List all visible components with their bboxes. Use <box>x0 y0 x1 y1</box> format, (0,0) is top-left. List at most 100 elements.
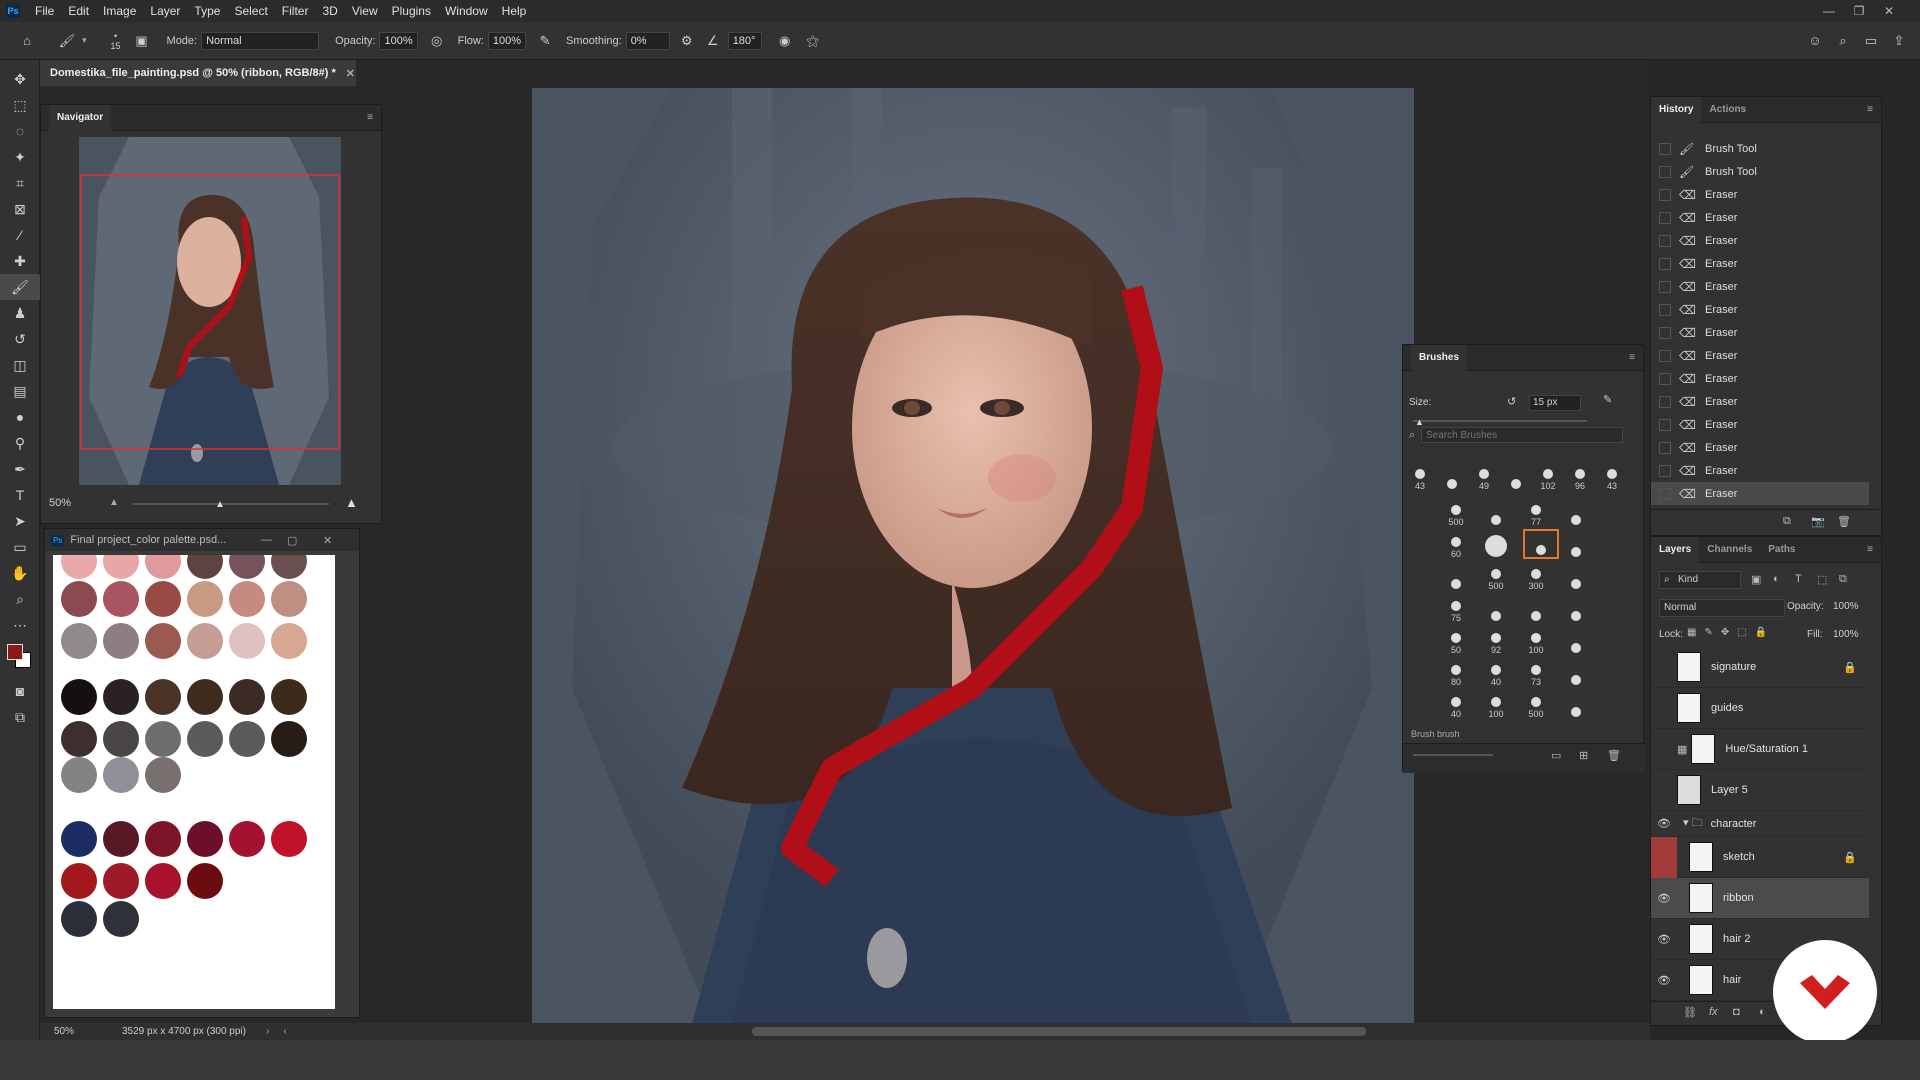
layer-name[interactable]: hair <box>1723 974 1741 986</box>
new-brush-icon[interactable]: ✎ <box>1603 393 1612 406</box>
history-checkbox[interactable] <box>1659 165 1671 178</box>
menu-image[interactable]: Image <box>96 0 143 22</box>
layer-thumbnail[interactable] <box>1677 775 1701 805</box>
delete-state-icon[interactable]: 🗑 <box>1837 515 1851 528</box>
layer-thumbnail[interactable] <box>1689 965 1713 995</box>
close-window-icon[interactable]: ✕ <box>323 534 332 547</box>
layer-name[interactable]: Layer 5 <box>1711 784 1748 796</box>
brush-preset[interactable] <box>1483 497 1509 527</box>
color-swatch[interactable] <box>103 757 139 793</box>
visibility-eye-icon[interactable] <box>1651 836 1677 878</box>
layer-thumbnail[interactable] <box>1689 924 1713 954</box>
layer-name[interactable]: guides <box>1711 702 1743 714</box>
more-tools-icon[interactable]: ⋯ <box>0 612 40 638</box>
menu-window[interactable]: Window <box>438 0 495 22</box>
history-checkbox[interactable] <box>1659 280 1671 293</box>
layer-name[interactable]: ribbon <box>1723 892 1754 904</box>
brush-search-input[interactable] <box>1421 427 1623 443</box>
visibility-eye-icon[interactable]: 👁 <box>1651 892 1677 905</box>
color-swatch[interactable] <box>271 679 307 715</box>
eyedropper-tool-icon[interactable]: ⁄ <box>0 222 40 248</box>
link-layers-icon[interactable]: ⛓ <box>1683 1006 1697 1019</box>
filter-pixel-icon[interactable]: ▣ <box>1751 573 1761 586</box>
pen-tool-icon[interactable]: ✒ <box>0 456 40 482</box>
color-swatch[interactable] <box>229 555 265 579</box>
brush-preset[interactable]: 60 <box>1443 529 1469 559</box>
brush-preset[interactable]: 73 <box>1523 657 1549 687</box>
mode-select[interactable]: Normal <box>201 31 320 50</box>
brush-preset[interactable] <box>1483 593 1509 623</box>
brush-preset[interactable] <box>1523 529 1559 559</box>
history-state[interactable]: ⌫ Eraser <box>1651 482 1869 505</box>
brush-preset[interactable]: 43 <box>1407 461 1433 491</box>
brush-settings-icon[interactable]: ▣ <box>131 30 153 52</box>
tab-channels[interactable]: Channels <box>1699 537 1760 563</box>
brushes-tab[interactable]: Brushes <box>1411 344 1468 371</box>
snapshot-icon[interactable]: 📷 <box>1811 515 1825 528</box>
new-brush-preset-icon[interactable]: ⊞ <box>1579 749 1588 762</box>
history-checkbox[interactable] <box>1659 464 1671 477</box>
gear-icon[interactable]: ⚙ <box>676 30 698 52</box>
color-swatch[interactable] <box>271 581 307 617</box>
color-swatch[interactable] <box>187 581 223 617</box>
history-checkbox[interactable] <box>1659 372 1671 385</box>
layer-name[interactable]: sketch <box>1723 851 1755 863</box>
layer-opacity-value[interactable]: 100% <box>1833 601 1859 612</box>
zoom-in-icon[interactable]: ▲ <box>345 495 358 510</box>
menu-type[interactable]: Type <box>187 0 227 22</box>
brush-size-slider-handle[interactable]: ▲ <box>1415 417 1424 427</box>
brush-size-slider[interactable] <box>1413 420 1587 422</box>
history-state[interactable]: ⌫ Eraser <box>1651 252 1869 275</box>
layer-row[interactable]: guides <box>1651 688 1869 729</box>
adjustment-layer-icon[interactable]: ◐ <box>1759 1006 1766 1018</box>
color-swatch[interactable] <box>103 721 139 757</box>
color-swatch[interactable] <box>187 721 223 757</box>
lasso-tool-icon[interactable]: ◌ <box>0 118 40 144</box>
color-swatch[interactable] <box>271 721 307 757</box>
horizontal-scrollbar[interactable] <box>752 1027 1366 1036</box>
blur-tool-icon[interactable]: ● <box>0 404 40 430</box>
history-state[interactable]: ⌫ Eraser <box>1651 390 1869 413</box>
brush-preset[interactable]: 43 <box>1599 461 1625 491</box>
healing-tool-icon[interactable]: ✚ <box>0 248 40 274</box>
history-checkbox[interactable] <box>1659 188 1671 201</box>
history-checkbox[interactable] <box>1659 234 1671 247</box>
filter-shape-icon[interactable]: ⬚ <box>1817 573 1827 586</box>
airbrush-icon[interactable]: ✎ <box>534 30 556 52</box>
filter-type-icon[interactable]: T <box>1795 573 1802 585</box>
color-swatch[interactable] <box>61 757 97 793</box>
navigator-tab[interactable]: Navigator <box>49 104 112 131</box>
zoom-out-icon[interactable]: ▲ <box>109 497 119 508</box>
color-swatch[interactable] <box>187 679 223 715</box>
new-group-icon[interactable]: ▭ <box>1551 749 1561 762</box>
brush-preset[interactable]: 96 <box>1567 461 1593 491</box>
menu-edit[interactable]: Edit <box>61 0 96 22</box>
color-swatch[interactable] <box>145 863 181 899</box>
brush-preset[interactable] <box>1563 625 1589 655</box>
menu-plugins[interactable]: Plugins <box>385 0 438 22</box>
color-swatch[interactable] <box>271 821 307 857</box>
minimize-window-icon[interactable]: — <box>261 534 272 546</box>
history-state[interactable]: ⌫ Eraser <box>1651 298 1869 321</box>
angle-input[interactable]: 180° <box>727 31 762 50</box>
layer-thumbnail[interactable] <box>1677 693 1701 723</box>
history-checkbox[interactable] <box>1659 257 1671 270</box>
brush-preview-slider[interactable] <box>1413 754 1493 756</box>
navigator-zoom[interactable]: 50% <box>49 497 71 509</box>
brush-preset[interactable]: 500 <box>1483 561 1509 591</box>
brush-preset[interactable]: 75 <box>1443 593 1469 623</box>
color-swatch[interactable] <box>229 623 265 659</box>
filter-smart-object-icon[interactable]: ⧉ <box>1839 573 1847 586</box>
layer-thumbnail[interactable] <box>1689 842 1713 872</box>
brushes-menu-icon[interactable]: ≡ <box>1629 352 1635 363</box>
history-brush-icon[interactable]: ↺ <box>0 326 40 352</box>
visibility-eye-icon[interactable]: 👁 <box>1651 933 1677 946</box>
symmetry-icon[interactable]: ⚝ <box>802 30 824 52</box>
fill-value[interactable]: 100% <box>1833 629 1859 640</box>
home-icon[interactable]: ⌂ <box>16 30 38 52</box>
brush-preset[interactable]: 80 <box>1443 657 1469 687</box>
maximize-window-icon[interactable]: ▢ <box>287 534 297 547</box>
panel-menu-icon[interactable]: ≡ <box>1867 104 1873 115</box>
brush-preset[interactable] <box>1563 689 1589 719</box>
history-state[interactable]: ⌫ Eraser <box>1651 206 1869 229</box>
